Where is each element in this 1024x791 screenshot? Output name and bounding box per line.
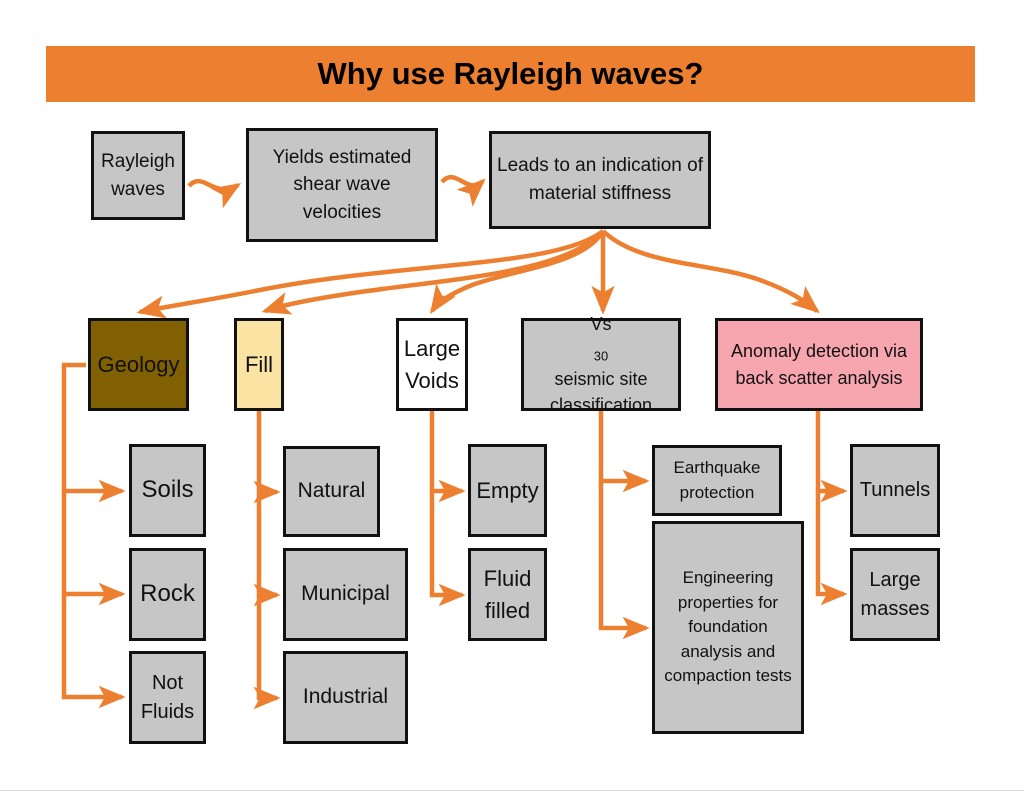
node-label: Yields estimated shear wave velocities <box>272 146 412 223</box>
node-label: Tunnels <box>859 479 931 501</box>
node-label: Leads to an indication of material stiff… <box>497 155 703 204</box>
node-label: Earthquake protection <box>673 457 761 502</box>
node-not-fluids[interactable]: Not Fluids <box>129 651 206 744</box>
node-label: Large Voids <box>403 335 461 393</box>
connector-voids-fluidfilled <box>429 491 466 607</box>
connector-leads-anomaly <box>601 229 820 314</box>
node-yields-estimated-shear-wave-velocities[interactable]: Yields estimated shear wave velocities <box>246 128 438 242</box>
node-empty[interactable]: Empty <box>468 444 547 537</box>
node-soils[interactable]: Soils <box>129 444 206 537</box>
node-geology[interactable]: Geology <box>88 318 189 411</box>
node-fluid-filled[interactable]: Fluid filled <box>468 548 547 641</box>
node-anomaly-detection-back-scatter[interactable]: Anomaly detection via back scatter analy… <box>715 318 923 411</box>
connector-geology-notfluids <box>61 594 126 709</box>
node-label: Fill <box>244 351 274 377</box>
node-label: Natural <box>297 479 366 503</box>
connector-fill-natural <box>253 411 281 504</box>
connector-leads-fill <box>261 229 605 315</box>
node-tunnels[interactable]: Tunnels <box>850 444 940 537</box>
node-earthquake-protection[interactable]: Earthquake protection <box>652 445 782 516</box>
vs30-subscript: 30 <box>593 348 609 364</box>
connector-fill-industrial <box>253 595 281 710</box>
connector-leads-geology <box>136 229 605 319</box>
slide-title-banner: Why use Rayleigh waves? <box>46 46 975 102</box>
node-label: Rock <box>140 580 195 608</box>
node-engineering-properties[interactable]: Engineering properties for foundation an… <box>652 521 804 734</box>
node-label: Soils <box>141 476 194 504</box>
connector-anomaly-tunnels <box>815 411 848 503</box>
node-label: Rayleigh waves <box>101 150 175 200</box>
vs30-prefix: Vs <box>590 313 612 334</box>
node-label: Municipal <box>301 582 390 606</box>
node-municipal[interactable]: Municipal <box>283 548 408 641</box>
node-label: Geology <box>97 351 180 377</box>
node-leads-to-indication-of-material-stiffness[interactable]: Leads to an indication of material stiff… <box>489 131 711 229</box>
node-label: Vs 30 seismic site classification <box>528 311 674 419</box>
page-title: Why use Rayleigh waves? <box>317 56 704 91</box>
connector-anomaly-largemasses <box>815 491 848 606</box>
connector-leads-voids <box>430 229 605 314</box>
node-label: Not Fluids <box>140 671 195 723</box>
node-rock[interactable]: Rock <box>129 548 206 641</box>
connector-fill-municipal <box>253 492 281 607</box>
node-label: Empty <box>476 477 539 503</box>
node-label: Industrial <box>302 685 389 709</box>
connector-voids-empty <box>429 411 466 503</box>
node-vs30-seismic-site-classification[interactable]: Vs 30 seismic site classification <box>521 314 681 415</box>
node-fill[interactable]: Fill <box>234 318 284 411</box>
node-industrial[interactable]: Industrial <box>283 651 408 744</box>
connector-rayleigh-yields <box>187 178 242 209</box>
connector-geology-rock <box>61 491 126 606</box>
node-label: Engineering properties for foundation an… <box>664 567 792 686</box>
vs30-suffix: seismic site classification <box>549 369 653 416</box>
node-label: Large masses <box>860 568 930 620</box>
node-natural[interactable]: Natural <box>283 446 380 537</box>
connector-vs30-earthquake <box>598 411 650 493</box>
node-large-masses[interactable]: Large masses <box>850 548 940 641</box>
node-rayleigh-waves[interactable]: Rayleigh waves <box>91 131 185 220</box>
connector-yields-leads <box>440 174 486 207</box>
slide-canvas: Why use Rayleigh waves? Rayleigh waves Y… <box>0 0 1024 791</box>
node-large-voids[interactable]: Large Voids <box>396 318 468 411</box>
connector-vs30-engineering <box>598 481 650 640</box>
node-label: Anomaly detection via back scatter analy… <box>730 341 908 388</box>
node-label: Fluid filled <box>483 565 532 623</box>
